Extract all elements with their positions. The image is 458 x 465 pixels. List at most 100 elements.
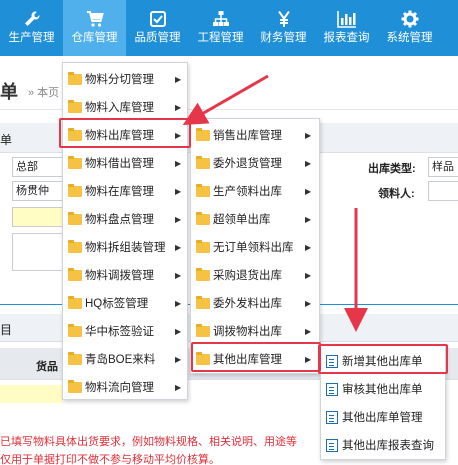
menu-item-manage-other-outbound[interactable]: 其他出库单管理 (321, 403, 445, 431)
caret-right-icon: ▶ (175, 354, 182, 364)
receiver-field[interactable] (428, 181, 458, 201)
required-field[interactable] (12, 207, 64, 227)
menu-item-material-slitting[interactable]: 物料分切管理 ▶ (63, 65, 187, 93)
nav-label: 财务管理 (260, 32, 307, 44)
menu-item-material-transfer[interactable]: 物料调拨管理 ▶ (63, 261, 187, 289)
caret-right-icon: ▶ (175, 158, 182, 168)
document-icon (326, 410, 338, 424)
outbound-type-label: 出库类型: (368, 163, 416, 175)
note-line-1: 已填写物料具体出货要求，例如物料规格、相关说明、用途等 (0, 436, 297, 448)
sitemap-icon (212, 0, 230, 30)
highlight-box-outbound (59, 118, 191, 148)
nav-reports[interactable]: 报表查询 (315, 0, 378, 56)
wrench-icon (23, 0, 41, 30)
folder-icon (196, 127, 210, 141)
menu-item-outsourced-issue[interactable]: 委外发料出库 ▶ (191, 289, 319, 317)
folder-icon (68, 155, 82, 169)
nav-system[interactable]: 系统管理 (378, 0, 441, 56)
menu-item-qingdao-boe[interactable]: 青岛BOE来料 ▶ (63, 345, 187, 373)
person-field[interactable]: 杨贯仲 (12, 181, 64, 201)
goods-column-header: 货品 (36, 361, 58, 373)
menu-item-hq-labels[interactable]: HQ标签管理 ▶ (63, 289, 187, 317)
document-icon (326, 438, 338, 452)
folder-icon (68, 295, 82, 309)
nav-label: 仓库管理 (71, 32, 118, 44)
caret-right-icon: ▶ (175, 242, 182, 252)
nav-label: 生产管理 (8, 32, 55, 44)
caret-right-icon: ▶ (305, 298, 312, 308)
menu-item-excess-picking[interactable]: 超领单出库 ▶ (191, 205, 319, 233)
receiver-label: 领料人: (378, 188, 415, 200)
caret-right-icon: ▶ (175, 382, 182, 392)
menu-item-material-in-stock[interactable]: 物料在库管理 ▶ (63, 177, 187, 205)
warehouse-dropdown-menu: 物料分切管理 ▶ 物料入库管理 ▶ 物料出库管理 ▶ 物料借出管理 ▶ 物料在库管理 ▶ … (62, 62, 188, 400)
menu-item-other-outbound-report[interactable]: 其他出库报表查询 (321, 431, 445, 459)
top-nav-bar: 生产管理 仓库管理 品质管理 工程管理 财务管理 报表查询 系统管理 (0, 0, 458, 56)
menu-item-material-flow[interactable]: 物料流向管理 ▶ (63, 373, 187, 401)
folder-icon (196, 155, 210, 169)
note-line-2: 仅用于单据打印不做不参与移动平均价核算。 (0, 454, 220, 465)
caret-right-icon: ▶ (175, 298, 182, 308)
menu-item-outsourced-return[interactable]: 委外退货管理 ▶ (191, 149, 319, 177)
folder-icon (68, 239, 82, 253)
menu-item-sales-outbound[interactable]: 销售出库管理 ▶ (191, 121, 319, 149)
nav-warehouse[interactable]: 仓库管理 (63, 0, 126, 56)
folder-icon (196, 267, 210, 281)
folder-icon (68, 379, 82, 393)
nav-label: 系统管理 (386, 32, 433, 44)
highlight-box-other-outbound (191, 342, 321, 372)
department-field[interactable]: 总部 (12, 157, 64, 177)
menu-item-material-lending[interactable]: 物料借出管理 ▶ (63, 149, 187, 177)
bar-chart-icon (336, 0, 357, 30)
menu-item-production-picking[interactable]: 生产领料出库 ▶ (191, 177, 319, 205)
outbound-type-select[interactable]: 样品 (428, 157, 458, 177)
caret-right-icon: ▶ (175, 326, 182, 336)
folder-icon (68, 211, 82, 225)
checkbox-icon (149, 0, 167, 30)
folder-icon (68, 99, 82, 113)
remarks-field[interactable] (12, 233, 64, 271)
menu-item-review-other-outbound[interactable]: 审核其他出库单 (321, 375, 445, 403)
nav-label: 工程管理 (197, 32, 244, 44)
caret-right-icon: ▶ (305, 326, 312, 336)
highlight-box-new-other (318, 344, 448, 374)
table-cell[interactable] (0, 385, 62, 403)
cart-icon (86, 0, 104, 30)
caret-right-icon: ▶ (305, 186, 312, 196)
menu-item-material-assembly[interactable]: 物料拆组装管理 ▶ (63, 233, 187, 261)
caret-right-icon: ▶ (175, 186, 182, 196)
outbound-submenu: 销售出库管理 ▶ 委外退货管理 ▶ 生产领料出库 ▶ 超领单出库 ▶ 无订单领料出库 ▶ … (190, 118, 320, 374)
menu-item-material-inbound[interactable]: 物料入库管理 ▶ (63, 93, 187, 121)
tab-label: 目 (0, 323, 13, 337)
folder-icon (68, 267, 82, 281)
folder-icon (196, 295, 210, 309)
folder-icon (196, 239, 210, 253)
folder-icon (196, 183, 210, 197)
caret-right-icon: ▶ (175, 214, 182, 224)
nav-production[interactable]: 生产管理 (0, 0, 63, 56)
nav-label: 品质管理 (134, 32, 181, 44)
nav-label: 报表查询 (323, 32, 370, 44)
breadcrumb: » 本页 (28, 87, 60, 99)
nav-quality[interactable]: 品质管理 (126, 0, 189, 56)
caret-right-icon: ▶ (305, 130, 312, 140)
yen-icon (275, 0, 293, 30)
menu-item-material-inventory[interactable]: 物料盘点管理 ▶ (63, 205, 187, 233)
document-icon (326, 382, 338, 396)
caret-right-icon: ▶ (175, 270, 182, 280)
caret-right-icon: ▶ (305, 214, 312, 224)
page-title: 单 (0, 82, 18, 102)
folder-icon (68, 351, 82, 365)
caret-right-icon: ▶ (175, 74, 182, 84)
menu-item-no-order-picking[interactable]: 无订单领料出库 ▶ (191, 233, 319, 261)
nav-finance[interactable]: 财务管理 (252, 0, 315, 56)
caret-right-icon: ▶ (175, 102, 182, 112)
folder-icon (196, 211, 210, 225)
menu-item-central-label-verify[interactable]: 华中标签验证 ▶ (63, 317, 187, 345)
nav-engineering[interactable]: 工程管理 (189, 0, 252, 56)
section-label: 单 (0, 133, 13, 147)
folder-icon (68, 71, 82, 85)
menu-item-purchase-return[interactable]: 采购退货出库 ▶ (191, 261, 319, 289)
menu-item-transfer-outbound[interactable]: 调拨物料出库 ▶ (191, 317, 319, 345)
gear-icon (401, 0, 419, 30)
